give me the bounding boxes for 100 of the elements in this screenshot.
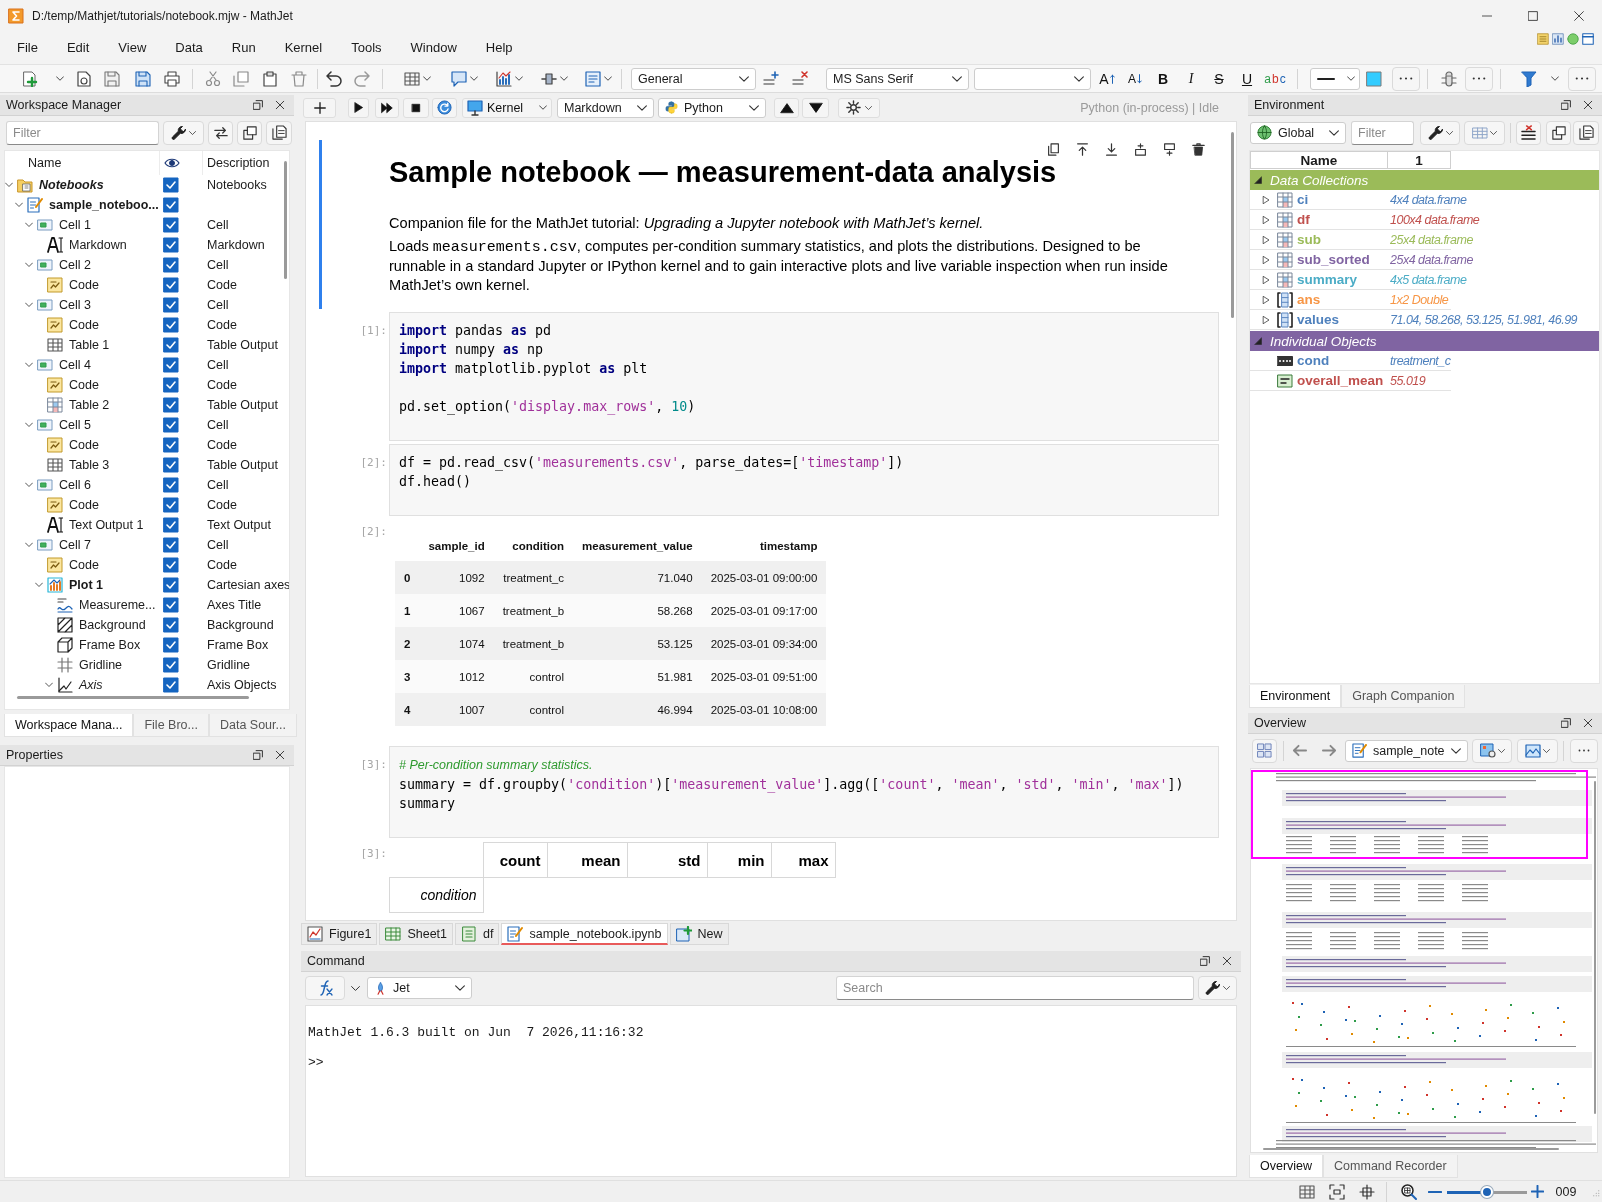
maximize-icon[interactable] xyxy=(1528,10,1538,21)
restore-icon[interactable] xyxy=(253,100,263,110)
insert-below-icon[interactable] xyxy=(1163,143,1176,156)
checkbox[interactable] xyxy=(163,317,179,333)
tree-item[interactable]: Frame Box xyxy=(79,638,141,652)
plug-icon[interactable] xyxy=(541,70,557,87)
plus-icon[interactable] xyxy=(1531,1185,1544,1198)
panel-tab[interactable]: Overview xyxy=(1249,1155,1324,1178)
expand-triangle-icon[interactable] xyxy=(1262,215,1270,224)
settings-button[interactable] xyxy=(1198,976,1237,1000)
checkbox[interactable] xyxy=(163,277,179,293)
console[interactable]: MathJet 1.6.3 built on Jun 7 2026,11:16:32 >> xyxy=(305,1005,1237,1177)
close-icon[interactable] xyxy=(275,750,285,760)
redo-icon[interactable] xyxy=(354,70,370,87)
style-select[interactable]: General xyxy=(631,67,756,90)
move-up-button[interactable] xyxy=(774,97,799,118)
settings-button[interactable] xyxy=(838,97,880,118)
font-select[interactable]: MS Sans Serif xyxy=(826,67,969,90)
save-all-icon[interactable] xyxy=(135,70,151,87)
panel-tab[interactable]: File Bro... xyxy=(133,714,209,737)
file-icon[interactable] xyxy=(76,70,92,87)
menu-item[interactable]: Data xyxy=(160,40,218,55)
caret-icon[interactable] xyxy=(470,76,478,81)
checkbox[interactable] xyxy=(163,457,179,473)
document-tab[interactable]: Sheet1 xyxy=(379,923,453,945)
tree-item[interactable]: Table 3 xyxy=(69,458,110,472)
checkbox[interactable] xyxy=(163,677,179,693)
checkbox[interactable] xyxy=(163,477,179,493)
swap-button[interactable] xyxy=(208,120,233,145)
document-tab[interactable]: Figure1 xyxy=(301,923,378,945)
format-button[interactable]: S xyxy=(1207,67,1231,90)
panel-tab[interactable]: Graph Companion xyxy=(1341,685,1466,708)
format-button[interactable]: U xyxy=(1235,67,1259,90)
fit-icon[interactable] xyxy=(1329,1183,1345,1200)
code-editor[interactable]: df = pd.read_csv('measurements.csv', parse_dates=['timestamp']) df.head() xyxy=(389,444,1219,516)
expand-triangle-icon[interactable] xyxy=(1262,255,1270,264)
tree-item[interactable]: Measureme... xyxy=(79,598,156,612)
language-select[interactable]: Python xyxy=(658,97,766,118)
format-button[interactable]: A xyxy=(1123,67,1147,90)
checkbox[interactable] xyxy=(163,637,179,653)
tree-item[interactable]: Cell 3 xyxy=(59,298,91,312)
checkbox[interactable] xyxy=(163,617,179,633)
close-icon[interactable] xyxy=(1583,100,1593,110)
format-button[interactable]: A xyxy=(1095,67,1119,90)
tree-item[interactable]: Code xyxy=(69,438,99,452)
panel-tab[interactable]: Workspace Mana... xyxy=(4,714,134,737)
save-icon[interactable] xyxy=(104,70,120,87)
stop-button[interactable] xyxy=(403,97,429,118)
cut-icon[interactable] xyxy=(205,70,221,87)
print-icon[interactable] xyxy=(164,70,180,87)
tree-item[interactable]: Cell 4 xyxy=(59,358,91,372)
caret-icon[interactable] xyxy=(1551,76,1559,81)
move-up-icon[interactable] xyxy=(1076,143,1089,156)
checkbox[interactable] xyxy=(163,437,179,453)
engine-select[interactable]: Jet xyxy=(367,977,472,999)
tree-item[interactable]: Code xyxy=(69,378,99,392)
scrollbar[interactable] xyxy=(1263,1148,1559,1150)
menu-item[interactable]: File xyxy=(2,40,53,55)
caret-icon[interactable] xyxy=(515,76,523,81)
menu-item[interactable]: Tools xyxy=(336,40,397,55)
undo-icon[interactable] xyxy=(326,70,342,87)
windows-button[interactable] xyxy=(237,120,262,145)
settings-button[interactable] xyxy=(1420,120,1460,145)
panel-tab[interactable]: Command Recorder xyxy=(1323,1155,1458,1178)
forward-arrow-icon[interactable] xyxy=(1322,743,1337,758)
comment-icon[interactable] xyxy=(451,70,467,87)
move-down-icon[interactable] xyxy=(1105,143,1118,156)
code-editor[interactable]: import pandas as pd import numpy as np import matplotlib.pyplot as plt pd.set_option('display.max_rows', 10) xyxy=(389,312,1219,441)
tree-item[interactable]: Table 2 xyxy=(69,398,110,412)
checkbox[interactable] xyxy=(163,337,179,353)
scrollbar[interactable] xyxy=(1231,132,1234,318)
back-arrow-icon[interactable] xyxy=(1292,743,1307,758)
checkbox[interactable] xyxy=(163,537,179,553)
caret-icon[interactable] xyxy=(351,985,360,991)
format-button[interactable]: B xyxy=(1151,67,1175,90)
format-button[interactable]: abc xyxy=(1263,67,1287,90)
function-button[interactable] xyxy=(305,976,345,1000)
document-select[interactable]: sample_note xyxy=(1345,739,1468,762)
zoom-icon[interactable] xyxy=(1401,1183,1417,1200)
checkbox[interactable] xyxy=(163,177,179,193)
menu-item[interactable]: Edit xyxy=(52,40,104,55)
expand-triangle-icon[interactable] xyxy=(1262,295,1270,304)
checkbox[interactable] xyxy=(163,657,179,673)
tree-item[interactable]: Code xyxy=(69,498,99,512)
filter-field[interactable]: Filter xyxy=(6,120,159,145)
variable-name[interactable]: values xyxy=(1297,312,1340,327)
tree-item[interactable]: Markdown xyxy=(69,238,127,252)
checkbox[interactable] xyxy=(163,417,179,433)
remove-row-icon[interactable] xyxy=(792,70,808,87)
paste-icon[interactable] xyxy=(262,70,278,87)
copy-button[interactable] xyxy=(266,120,292,145)
slider-thumb[interactable] xyxy=(1481,1185,1493,1198)
menu-item[interactable]: Window xyxy=(396,40,472,55)
search-field[interactable]: Search xyxy=(836,976,1194,1000)
menu-item[interactable]: Help xyxy=(471,40,528,55)
restart-button[interactable] xyxy=(432,97,457,118)
run-all-button[interactable] xyxy=(375,97,399,118)
checkbox[interactable] xyxy=(163,577,179,593)
checkbox[interactable] xyxy=(163,377,179,393)
checkbox[interactable] xyxy=(163,597,179,613)
